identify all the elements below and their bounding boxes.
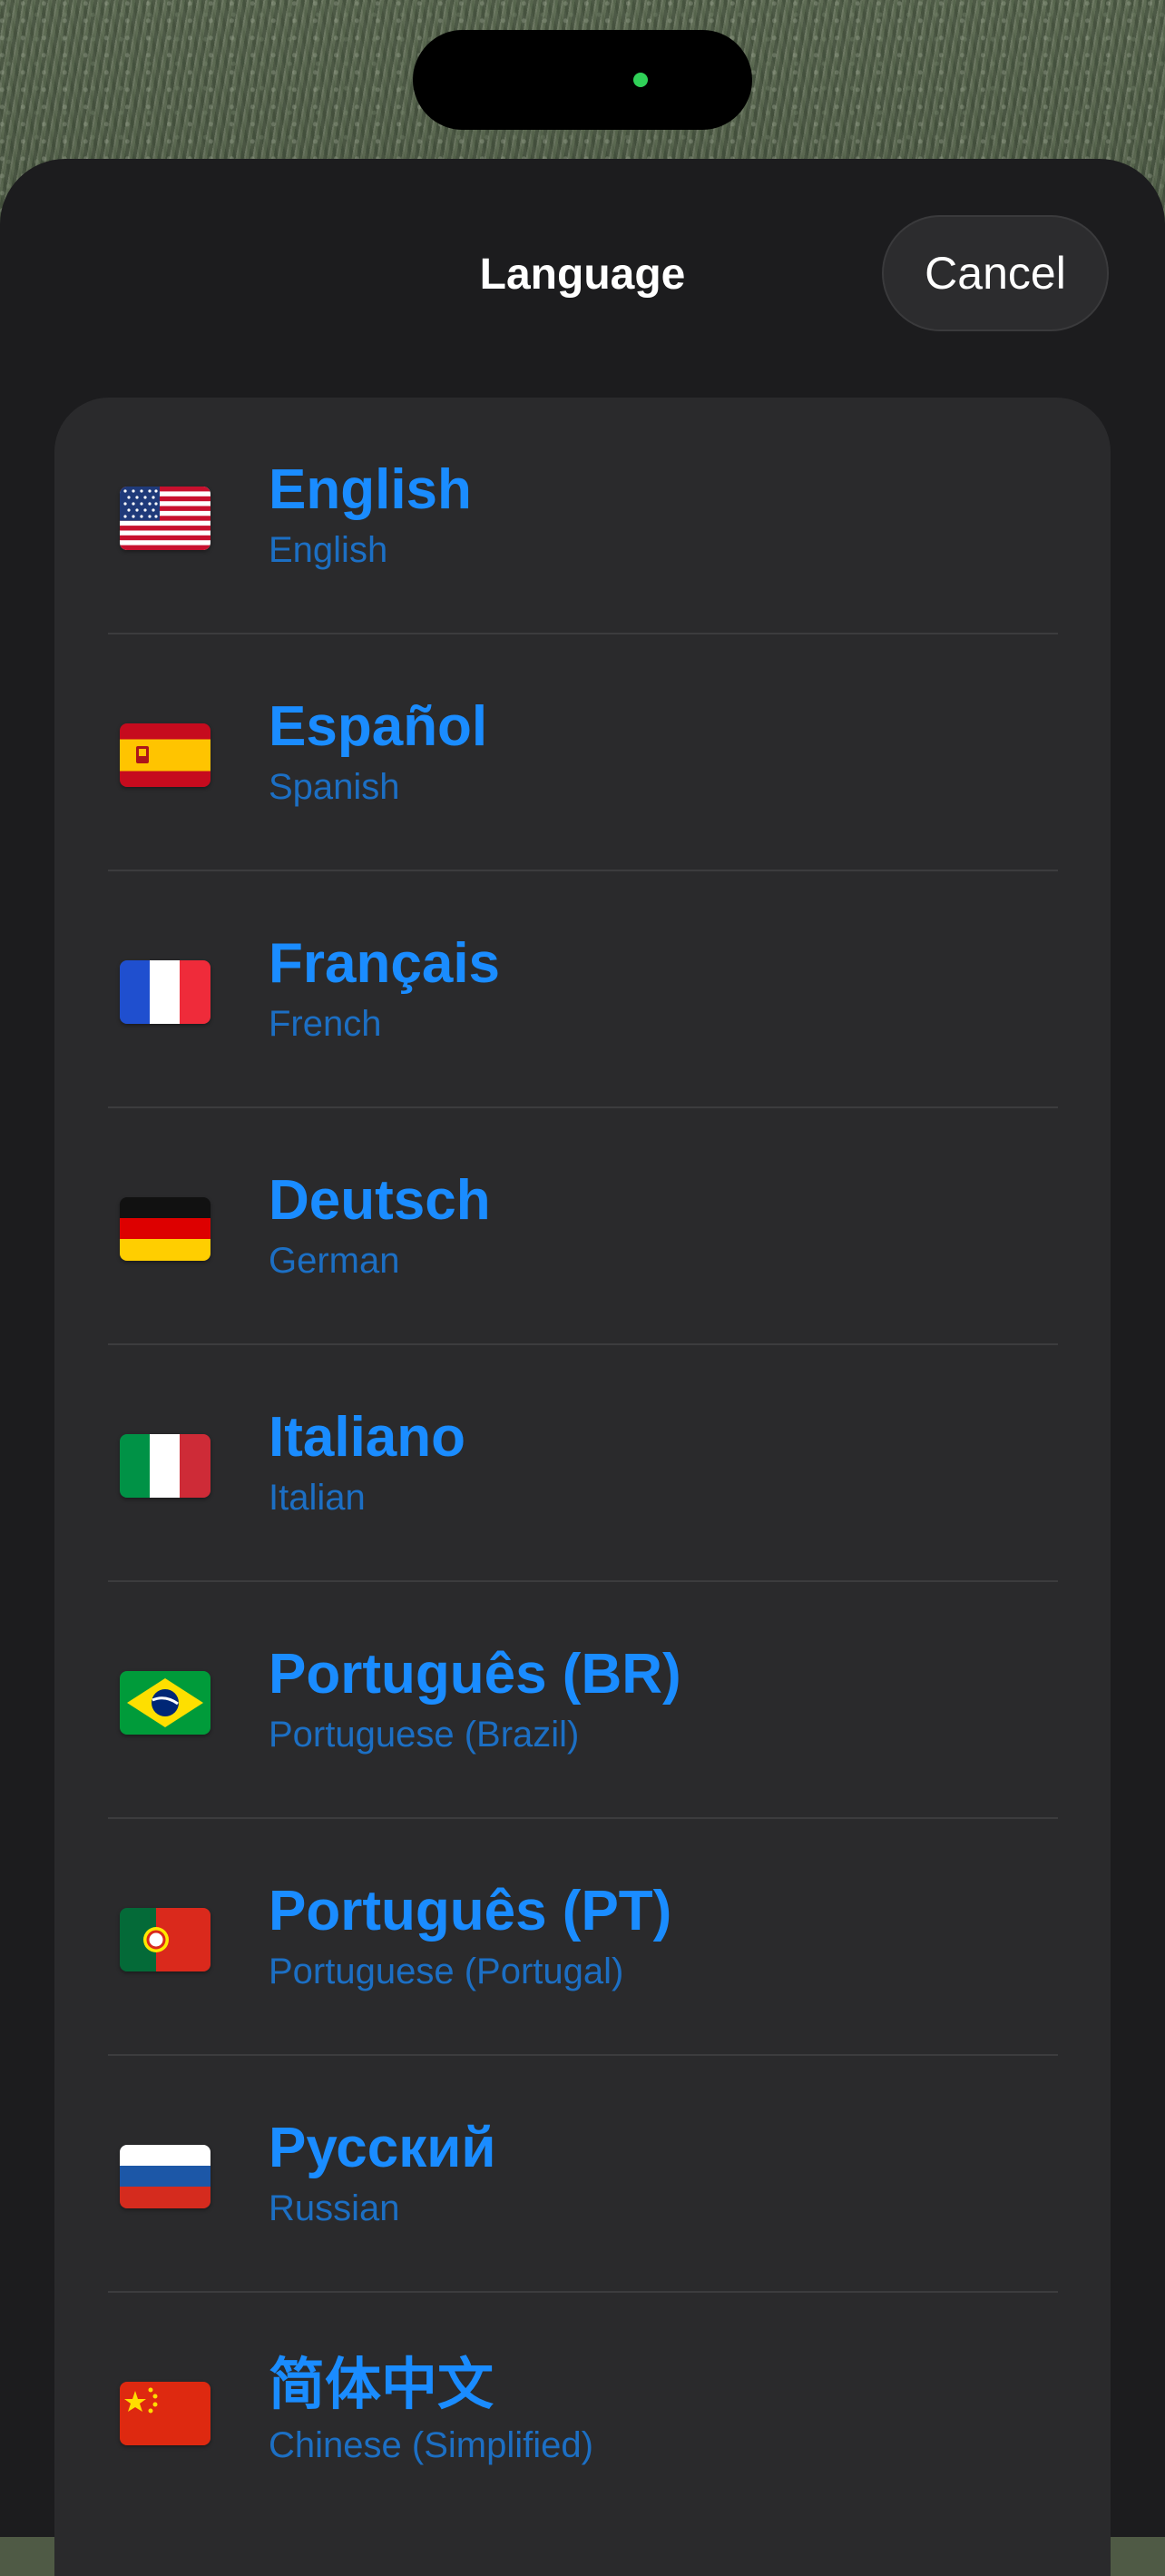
language-english-name: Chinese (Simplified) (269, 2425, 593, 2465)
language-row-english[interactable]: English English (54, 398, 1111, 634)
flag-it-icon (120, 1434, 210, 1498)
language-english-name: Italian (269, 1478, 366, 1518)
language-row-portuguese-portugal[interactable]: Português (PT) Portuguese (Portugal) (54, 1819, 1111, 2056)
camera-indicator-icon (633, 73, 648, 87)
language-english-name: Spanish (269, 767, 400, 807)
language-row-spanish[interactable]: Español Spanish (54, 634, 1111, 871)
flag-de-icon (120, 1197, 210, 1261)
cancel-button[interactable]: Cancel (882, 215, 1109, 331)
language-row-german[interactable]: Deutsch German (54, 1108, 1111, 1345)
flag-fr-icon (120, 960, 210, 1024)
language-row-french[interactable]: Français French (54, 871, 1111, 1108)
flag-es-icon (120, 723, 210, 787)
language-english-name: Portuguese (Brazil) (269, 1715, 580, 1755)
language-native-name: Português (PT) (269, 1880, 672, 1942)
flag-br-icon (120, 1671, 210, 1735)
language-english-name: German (269, 1241, 400, 1281)
flag-pt-icon (120, 1908, 210, 1971)
flag-us-icon (120, 487, 210, 550)
language-native-name: Русский (269, 2117, 496, 2179)
language-native-name: 简体中文 (269, 2354, 494, 2416)
language-sheet: Language Cancel English English Español … (0, 159, 1165, 2576)
language-native-name: English (269, 458, 472, 521)
dynamic-island (413, 30, 752, 130)
language-native-name: Italiano (269, 1406, 466, 1469)
language-native-name: Português (BR) (269, 1643, 681, 1706)
language-native-name: Español (269, 695, 488, 758)
language-native-name: Français (269, 932, 501, 995)
language-english-name: English (269, 530, 388, 570)
flag-cn-icon (120, 2382, 210, 2445)
language-row-chinese-simplified[interactable]: 简体中文 Chinese (Simplified) (54, 2293, 1111, 2530)
language-row-russian[interactable]: Русский Russian (54, 2056, 1111, 2293)
language-english-name: French (269, 1004, 382, 1044)
language-row-italian[interactable]: Italiano Italian (54, 1345, 1111, 1582)
language-native-name: Deutsch (269, 1169, 491, 1232)
language-list: English English Español Spanish Français… (54, 398, 1111, 2576)
language-row-portuguese-brazil[interactable]: Português (BR) Portuguese (Brazil) (54, 1582, 1111, 1819)
language-english-name: Russian (269, 2188, 400, 2228)
language-english-name: Portuguese (Portugal) (269, 1952, 624, 1991)
flag-ru-icon (120, 2145, 210, 2208)
